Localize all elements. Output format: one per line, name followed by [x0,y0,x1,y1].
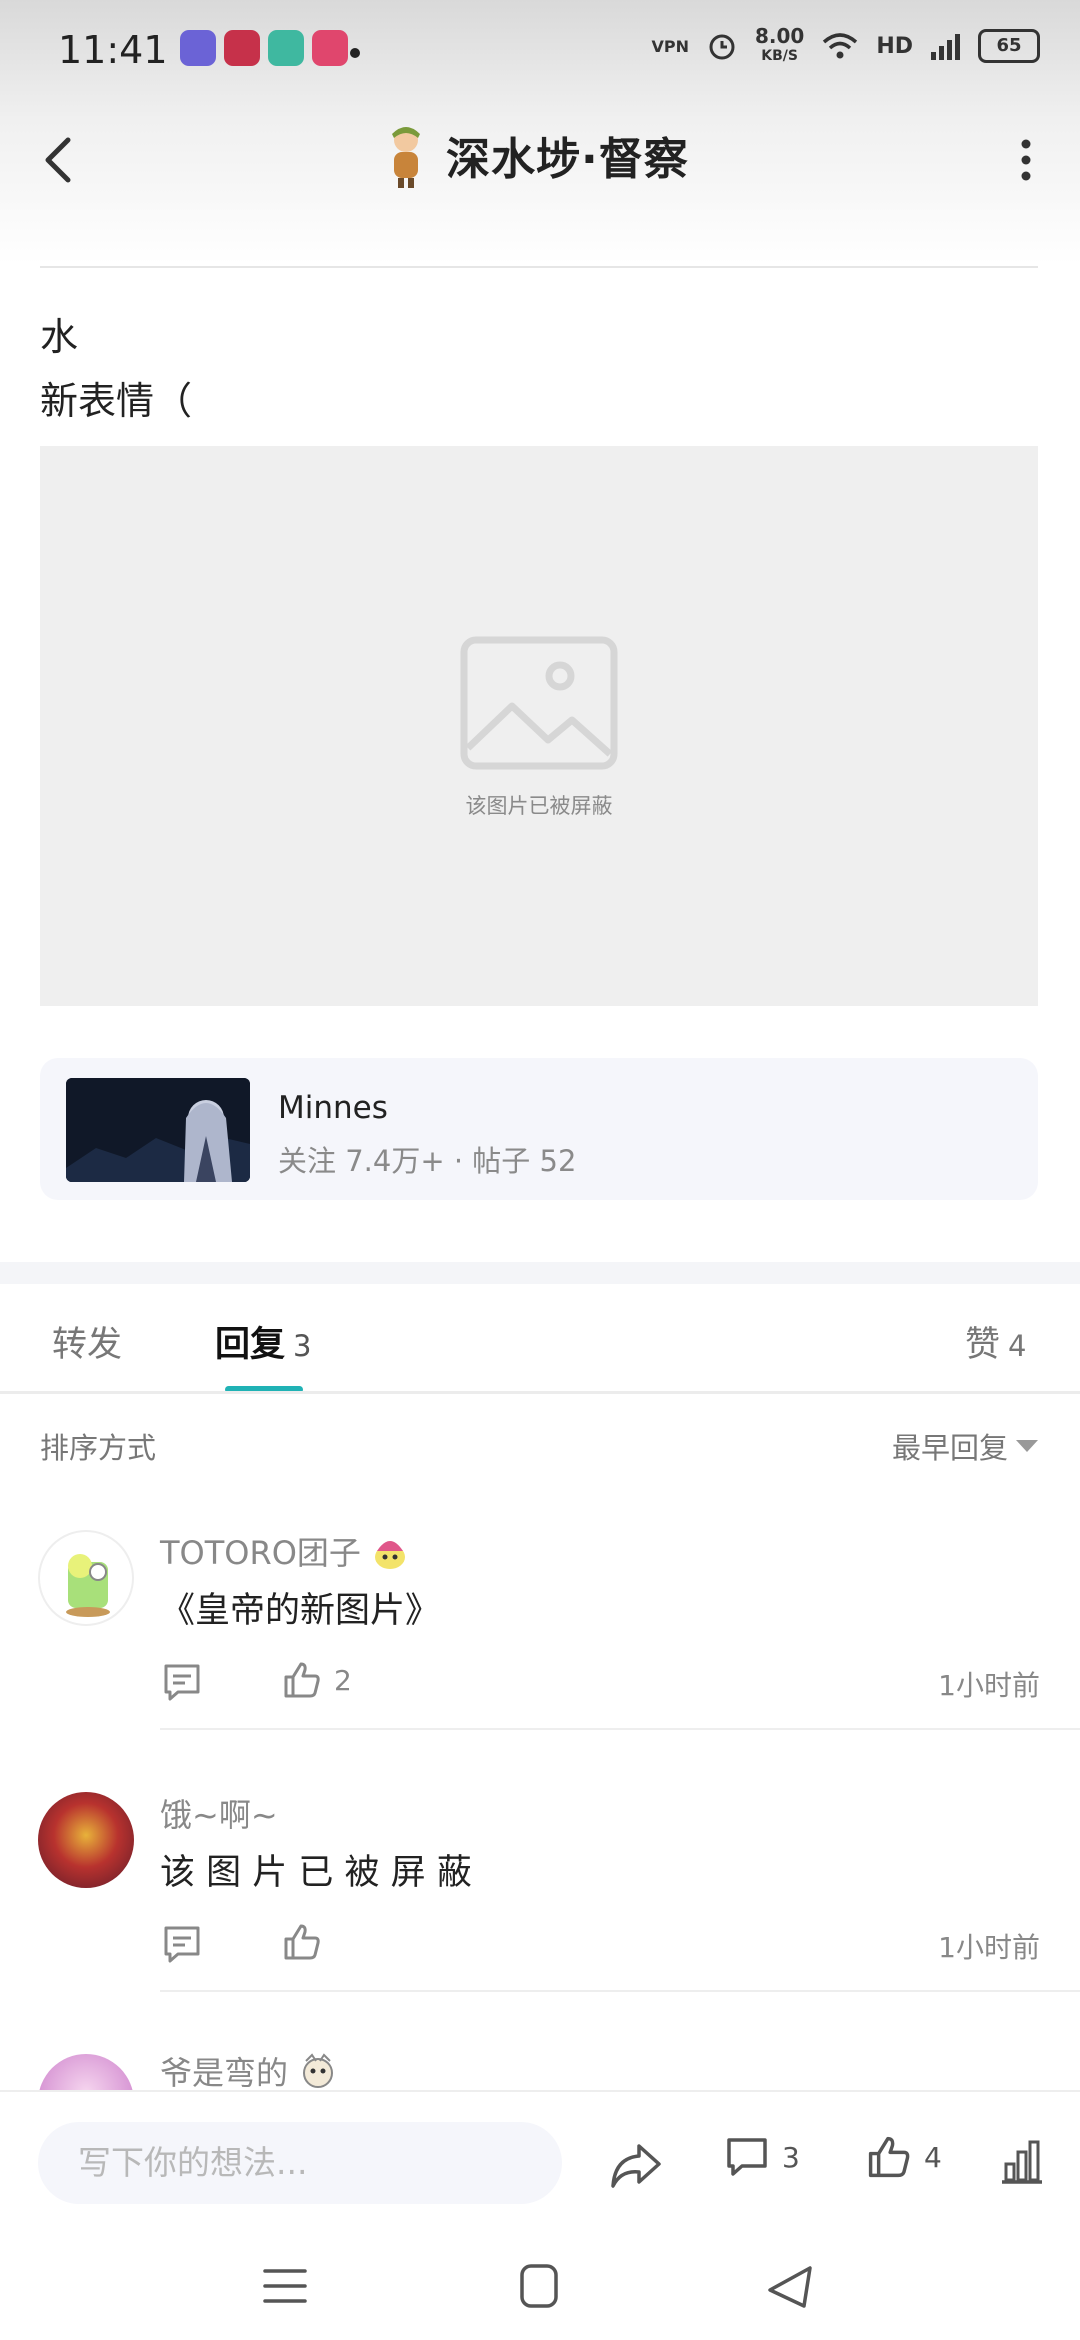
comment-icon [727,2138,767,2176]
alarm-icon [709,34,735,60]
tab-divider [0,1391,1080,1394]
section-separator [0,1262,1080,1284]
reply-divider [160,1728,1080,1730]
like-count: 4 [924,2140,942,2174]
like-count: 4 [1008,1329,1027,1363]
share-icon[interactable] [605,2134,665,2194]
post-content: 水 新表情（ [40,305,192,433]
thumbs-up-icon [284,1924,320,1960]
sort-dropdown[interactable]: 最早回复 [892,1425,1038,1467]
tab-forward[interactable]: 转发 [52,1316,122,1367]
vpn-icon: VPN [651,36,689,56]
avatar[interactable] [38,2054,134,2090]
home-icon[interactable] [518,2262,560,2310]
thumbs-up-icon [868,2136,910,2178]
battery-icon: 65 [978,29,1040,63]
tab-reply[interactable]: 回复 3 [215,1316,311,1367]
reply-count: 3 [293,1329,312,1363]
reply-divider [160,1990,1080,1992]
avatar[interactable] [38,1530,134,1626]
app-notification-icon [268,30,304,66]
post-line: 新表情（ [40,379,193,423]
status-notification-icons [180,30,348,66]
sort-label: 排序方式 [40,1431,157,1465]
reply-like-button[interactable] [282,1922,334,1962]
reply-actions: 1小时前 [160,1922,1040,1972]
interaction-tabs: 转发 回复 3 赞4 [0,1284,1080,1390]
sort-value: 最早回复 [891,1431,1008,1465]
bottom-action-bar: 写下你的想法... 3 4 [0,2090,1080,2232]
bar-chart-icon[interactable] [998,2136,1046,2186]
reply-content: 该 图 片 已 被 屏 蔽 [160,1853,472,1893]
back-triangle-icon[interactable] [764,2262,818,2310]
reply-content: 《皇帝的新图片》 [160,1591,441,1631]
app-notification-icon [180,30,216,66]
post-line: 水 [40,315,79,359]
user-badge-icon [374,1541,405,1569]
forum-title-group[interactable]: 深水埗·督察 [380,122,689,188]
navigation-bar: 深水埗·督察 [0,110,1080,220]
page-title: 深水埗·督察 [446,134,689,185]
notification-dot [350,48,360,58]
status-indicators: VPN 8.00 KB/S HD 65 [651,26,1040,66]
image-placeholder-icon [460,636,618,770]
comment-button[interactable]: 3 [724,2134,800,2180]
reply-comment-icon[interactable] [160,1922,204,1966]
comment-input[interactable]: 写下你的想法... [38,2122,562,2204]
comment-count: 3 [782,2140,800,2174]
reply-comment-icon[interactable] [160,1660,204,1704]
blocked-image[interactable]: 该图片已被屏蔽 [40,446,1038,1006]
caret-down-icon [1016,1440,1038,1452]
signal-icon [931,32,960,60]
app-notification-icon [312,30,348,66]
app-notification-icon [224,30,260,66]
more-options-icon[interactable] [990,130,1050,190]
system-navigation-bar [0,2232,1080,2340]
forum-thumbnail [66,1078,250,1182]
forum-avatar-icon [392,127,420,188]
menu-icon[interactable] [262,2266,308,2306]
blocked-image-label: 该图片已被屏蔽 [465,794,613,818]
status-bar: 11:41 VPN 8.00 KB/S HD 65 [0,0,1080,100]
reply-actions: 2 1小时前 [160,1660,1040,1710]
forum-card[interactable]: Minnes 关注 7.4万+ · 帖子 52 [40,1058,1038,1200]
reply-username[interactable]: 爷是弯的 [160,2048,338,2090]
hd-icon: HD [876,33,913,59]
forum-name: Minnes [278,1090,388,1126]
reply-username[interactable]: TOTORO团子 [160,1528,409,1574]
forum-stats: 关注 7.4万+ · 帖子 52 [278,1144,577,1178]
reply-username[interactable]: 饿~啊~ [160,1790,278,1836]
like-button[interactable]: 4 [866,2134,942,2180]
header-divider [40,266,1038,268]
avatar[interactable] [38,1792,134,1888]
wifi-icon [823,33,858,59]
reply-like-count: 2 [334,1663,352,1697]
status-time: 11:41 [58,28,168,72]
reply-like-button[interactable]: 2 [282,1660,352,1700]
network-speed: 8.00 KB/S [754,24,805,64]
reply-time: 1小时前 [938,1669,1040,1702]
back-arrow-icon[interactable] [30,130,90,190]
thumbs-up-icon [284,1662,320,1698]
reply-time: 1小时前 [938,1931,1040,1964]
tab-like[interactable]: 赞4 [965,1316,1026,1367]
user-badge-icon [303,2053,334,2088]
reply-item: 爷是弯的 [0,2044,1080,2090]
